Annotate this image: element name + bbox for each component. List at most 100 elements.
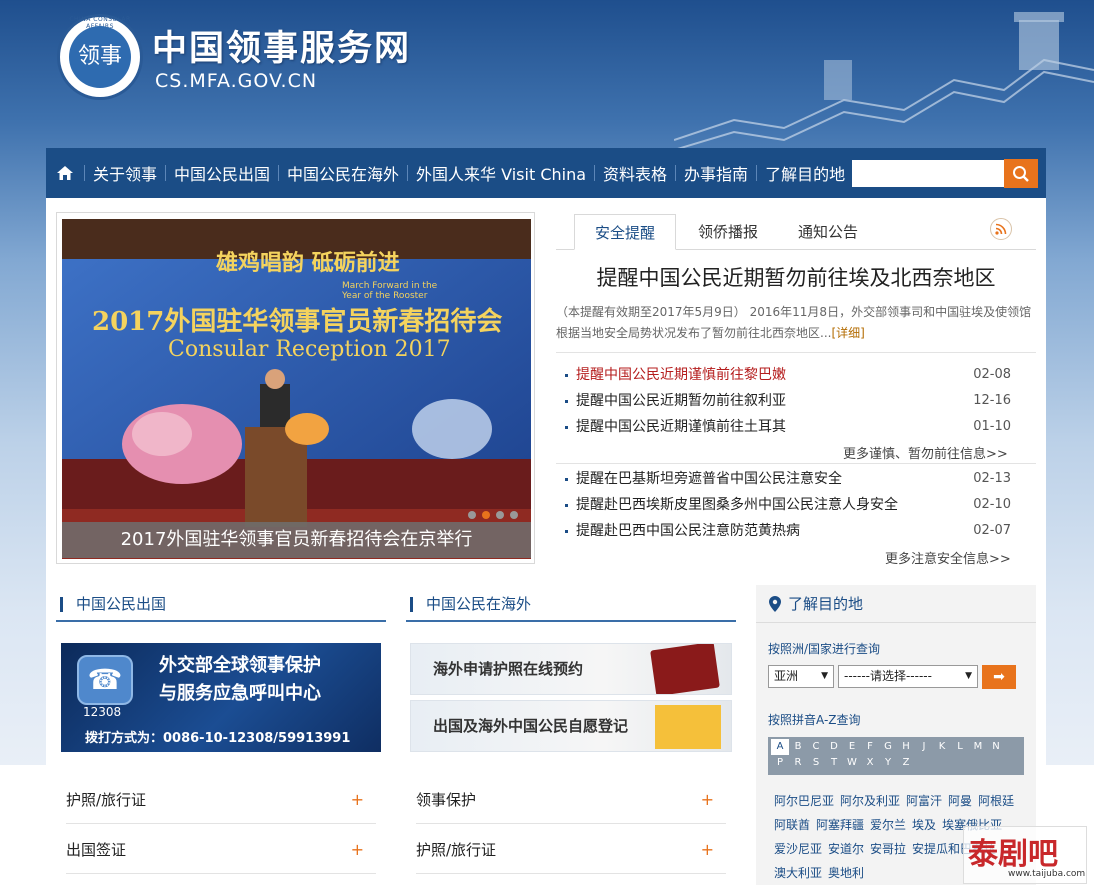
letter-e[interactable]: E	[843, 739, 861, 755]
country-link[interactable]: 阿富汗	[906, 794, 942, 808]
letter-s[interactable]: S	[807, 755, 825, 771]
country-select[interactable]: ------请选择------ ▼	[838, 665, 978, 688]
letter-x[interactable]: X	[861, 755, 879, 771]
nav-item-about[interactable]: 关于领事	[85, 161, 165, 185]
pager-dot[interactable]	[510, 511, 518, 519]
letter-k[interactable]: K	[933, 739, 951, 755]
plus-icon[interactable]: +	[351, 826, 364, 874]
link-consular-protection[interactable]: 领事保护 +	[416, 776, 726, 824]
list-item[interactable]: 提醒赴巴西中国公民注意防范黄热病 02-07	[556, 518, 1036, 544]
tab-safety-alerts[interactable]: 安全提醒	[574, 214, 676, 250]
nav-item-guide[interactable]: 办事指南	[676, 161, 756, 185]
news-tabs: 安全提醒 领侨播报 通知公告	[556, 214, 1036, 250]
nav-item-overseas[interactable]: 中国公民在海外	[279, 161, 407, 185]
link-visa[interactable]: 出国签证 +	[66, 826, 376, 874]
country-link[interactable]: 阿联酋	[774, 818, 810, 832]
pager-dot[interactable]	[482, 511, 490, 519]
letter-y[interactable]: Y	[879, 755, 897, 771]
list-item[interactable]: 提醒中国公民近期暂勿前往叙利亚 12-16	[556, 388, 1036, 414]
letter-t[interactable]: T	[825, 755, 843, 771]
letter-m[interactable]: M	[969, 739, 987, 755]
passport-appointment-banner[interactable]: 海外申请护照在线预约	[410, 643, 732, 695]
letter-w[interactable]: W	[843, 755, 861, 771]
country-link[interactable]: 阿尔及利亚	[840, 794, 900, 808]
pager-dot[interactable]	[496, 511, 504, 519]
link-passport-overseas[interactable]: 护照/旅行证 +	[416, 826, 726, 874]
pager-dot[interactable]	[468, 511, 476, 519]
letter-r[interactable]: R	[789, 755, 807, 771]
headline[interactable]: 提醒中国公民近期暂勿前往埃及北西奈地区	[556, 262, 1036, 292]
section-title-overseas[interactable]: 中国公民在海外	[406, 592, 736, 622]
consular-seal-logo[interactable]: CHINA CONSULAR AFFAIRS 领事	[57, 14, 143, 100]
az-index: ABCDEFGHJKLMN PRSTWXYZ	[768, 737, 1024, 775]
letter-h[interactable]: H	[897, 739, 915, 755]
link-label: 出国签证	[66, 841, 127, 859]
letter-d[interactable]: D	[825, 739, 843, 755]
item-title: 提醒赴巴西埃斯皮里图桑多州中国公民注意人身安全	[576, 497, 898, 513]
destination-header: 了解目的地	[756, 585, 1036, 623]
letter-l[interactable]: L	[951, 739, 969, 755]
plus-icon[interactable]: +	[351, 776, 364, 824]
item-date: 02-13	[973, 471, 1011, 486]
country-link[interactable]: 奥地利	[828, 866, 864, 880]
nav-item-destination[interactable]: 了解目的地	[757, 161, 853, 185]
continent-select[interactable]: 亚洲 ▼	[768, 665, 834, 688]
plus-icon[interactable]: +	[701, 826, 714, 874]
country-link[interactable]: 爱沙尼亚	[774, 842, 822, 856]
site-title[interactable]: 中国领事服务网	[152, 20, 411, 71]
list-item[interactable]: 提醒赴巴西埃斯皮里图桑多州中国公民注意人身安全 02-10	[556, 492, 1036, 518]
citizen-registration-banner[interactable]: 出国及海外中国公民自愿登记	[410, 700, 732, 752]
go-button[interactable]: ➡	[982, 665, 1016, 689]
country-link[interactable]: 安道尔	[828, 842, 864, 856]
featured-slideshow[interactable]: 雄鸡唱韵 砥砺前进 March Forward in the Year of t…	[56, 212, 535, 564]
country-link[interactable]: 阿根廷	[978, 794, 1014, 808]
country-link[interactable]: 阿塞拜疆	[816, 818, 864, 832]
link-passport[interactable]: 护照/旅行证 +	[66, 776, 376, 824]
detail-link[interactable]: [详细]	[831, 326, 864, 340]
pinyin-search-label: 按照拼音A-Z查询	[768, 713, 861, 727]
country-link[interactable]: 安哥拉	[870, 842, 906, 856]
country-link[interactable]: 阿尔巴尼亚	[774, 794, 834, 808]
slide-pager	[468, 511, 518, 519]
country-link[interactable]: 爱尔兰	[870, 818, 906, 832]
slide-caption[interactable]: 2017外国驻华领事官员新春招待会在京举行	[62, 522, 531, 558]
list-item[interactable]: 提醒在巴基斯坦旁遮普省中国公民注意安全 02-13	[556, 466, 1036, 492]
letter-z[interactable]: Z	[897, 755, 915, 771]
summary-text: （本提醒有效期至2017年5月9日） 2016年11月8日，外交部领事司和中国驻…	[556, 305, 1032, 340]
country-link[interactable]: 阿曼	[948, 794, 972, 808]
letter-c[interactable]: C	[807, 739, 825, 755]
banner-event-title: 2017外国驻华领事官员新春招待会	[92, 307, 503, 337]
search-input[interactable]	[852, 160, 1004, 187]
nav-item-forms[interactable]: 资料表格	[595, 161, 675, 185]
list-item[interactable]: 提醒中国公民近期谨慎前往土耳其 01-10	[556, 414, 1036, 440]
nav-item-going-abroad[interactable]: 中国公民出国	[166, 161, 278, 185]
seal-center-text: 领事	[69, 26, 131, 88]
letter-n[interactable]: N	[987, 739, 1005, 755]
country-value: ------请选择------	[844, 669, 932, 683]
link-label: 护照/旅行证	[416, 841, 497, 859]
continent-value: 亚洲	[774, 669, 799, 683]
country-link[interactable]: 澳大利亚	[774, 866, 822, 880]
rss-icon[interactable]	[990, 218, 1012, 240]
item-title: 提醒中国公民近期谨慎前往黎巴嫩	[576, 367, 786, 383]
hotline-banner[interactable]: ☎ 12308 外交部全球领事保护 与服务应急呼叫中心 拨打方式为：0086-1…	[61, 643, 381, 752]
letter-j[interactable]: J	[915, 739, 933, 755]
tab-notices[interactable]: 通知公告	[778, 214, 878, 250]
home-icon[interactable]	[46, 148, 84, 198]
letter-f[interactable]: F	[861, 739, 879, 755]
letter-b[interactable]: B	[789, 739, 807, 755]
section-title-going-abroad[interactable]: 中国公民出国	[56, 592, 386, 622]
search-button[interactable]	[1004, 159, 1038, 188]
letter-a[interactable]: A	[771, 739, 789, 755]
slide-photo[interactable]: 雄鸡唱韵 砥砺前进 March Forward in the Year of t…	[62, 219, 531, 559]
nav-item-visit-china[interactable]: 外国人来华 Visit China	[408, 161, 594, 185]
letter-g[interactable]: G	[879, 739, 897, 755]
plus-icon[interactable]: +	[701, 776, 714, 824]
more-cautionary-link[interactable]: 更多谨慎、暂勿前往信息>>	[843, 443, 1008, 462]
banner-label: 出国及海外中国公民自愿登记	[433, 717, 629, 735]
country-link[interactable]: 埃及	[912, 818, 936, 832]
tab-overseas-news[interactable]: 领侨播报	[678, 214, 778, 250]
more-safety-link[interactable]: 更多注意安全信息>>	[885, 548, 1011, 567]
letter-p[interactable]: P	[771, 755, 789, 771]
list-item[interactable]: 提醒中国公民近期谨慎前往黎巴嫩 02-08	[556, 362, 1036, 388]
